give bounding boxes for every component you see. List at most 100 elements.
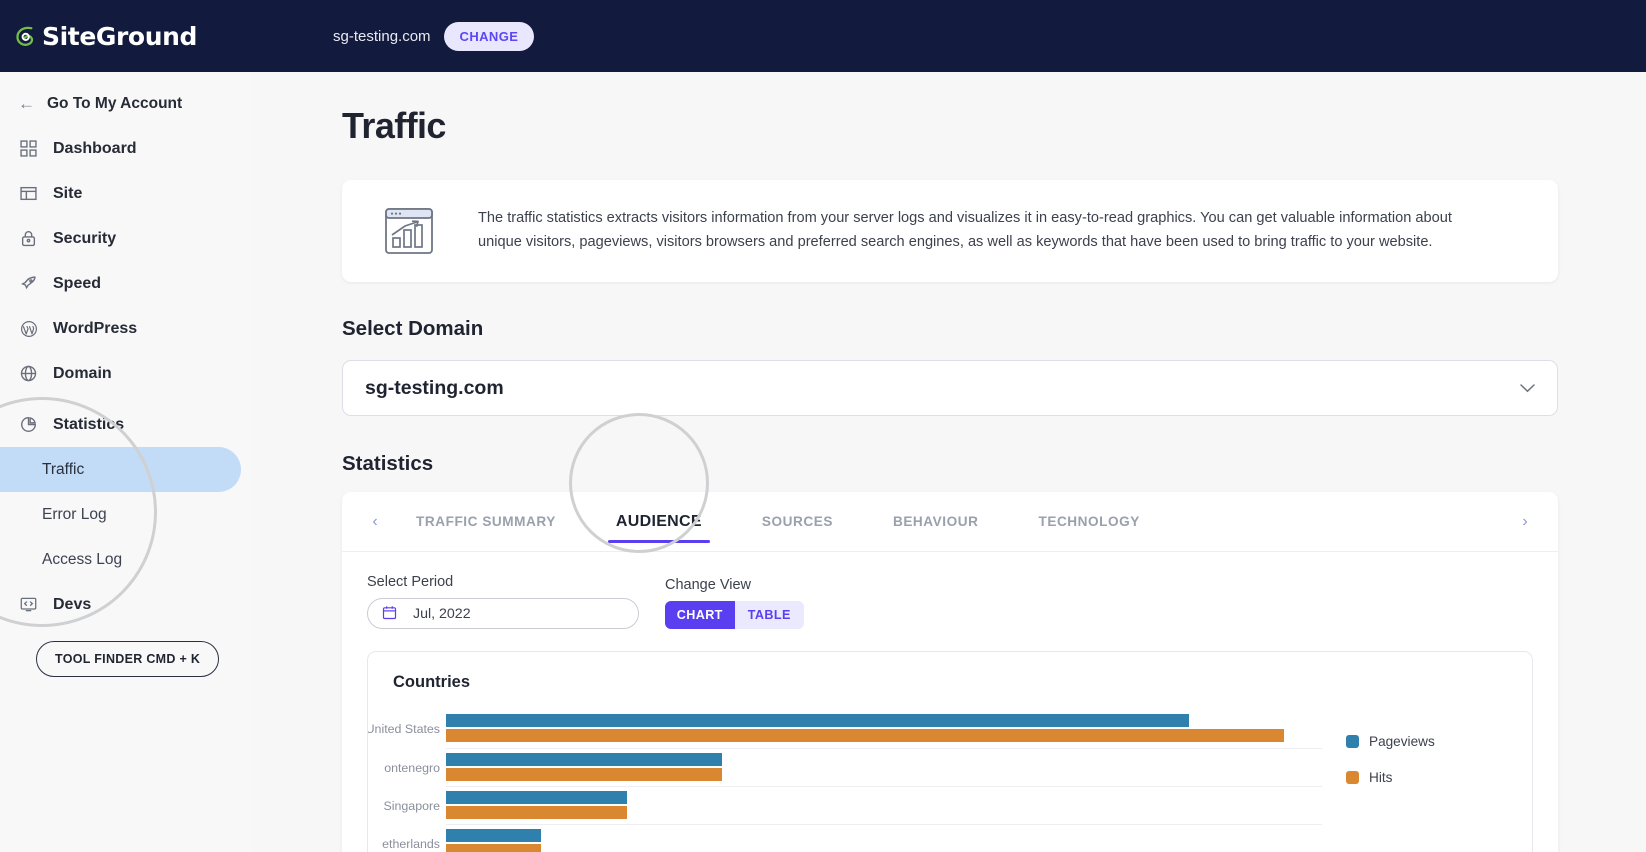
sidebar-sub-label: Traffic xyxy=(42,460,85,478)
tabs-bar: ‹ TRAFFIC SUMMARY AUDIENCE SOURCES BEHAV… xyxy=(342,492,1558,552)
sidebar-item-label: Devs xyxy=(53,595,92,613)
siteground-logo[interactable]: SiteGround xyxy=(14,22,197,51)
change-domain-button[interactable]: CHANGE xyxy=(443,21,535,51)
sidebar-item-label: Dashboard xyxy=(53,139,137,157)
domain-select[interactable]: sg-testing.com xyxy=(342,360,1558,416)
chart-bar-hits[interactable] xyxy=(446,806,628,819)
legend-swatch-pageviews xyxy=(1346,735,1359,748)
sidebar-item-domain[interactable]: Domain xyxy=(0,351,253,396)
chart-row: Singapore xyxy=(384,786,1322,824)
info-description: The traffic statistics extracts visitors… xyxy=(478,210,1452,250)
legend-label: Pageviews xyxy=(1369,734,1435,749)
chart-bar-group xyxy=(446,714,1310,742)
sidebar-item-label: WordPress xyxy=(53,319,138,337)
chart-bar-group xyxy=(446,791,1310,819)
chart-legend: Pageviews Hits xyxy=(1322,710,1532,852)
pie-chart-icon xyxy=(18,414,39,435)
sidebar-item-label: Statistics xyxy=(53,415,125,433)
tab-audience[interactable]: AUDIENCE xyxy=(586,492,732,552)
code-icon xyxy=(18,594,39,615)
controls-row: Select Period Jul, 2022 Change View CHAR… xyxy=(342,552,1558,629)
statistics-heading: Statistics xyxy=(342,452,434,475)
select-period-label: Select Period xyxy=(367,574,454,590)
chart-bar-group xyxy=(446,753,1310,781)
grid-icon xyxy=(18,138,39,159)
browser-icon xyxy=(18,183,39,204)
sidebar-item-devs[interactable]: Devs xyxy=(0,582,253,627)
view-table-button[interactable]: TABLE xyxy=(734,601,804,629)
legend-label: Hits xyxy=(1369,770,1393,785)
sidebar-item-label: Security xyxy=(53,229,117,247)
tabs-prev-arrow-icon[interactable]: ‹ xyxy=(364,513,386,531)
calendar-icon xyxy=(382,605,397,623)
tab-technology[interactable]: TECHNOLOGY xyxy=(1008,492,1169,552)
tabs-next-arrow-icon[interactable]: › xyxy=(1514,513,1536,531)
chart-bar-group xyxy=(446,829,1310,852)
sidebar-item-site[interactable]: Site xyxy=(0,171,253,216)
sidebar-item-security[interactable]: Security xyxy=(0,216,253,261)
legend-item-hits[interactable]: Hits xyxy=(1346,770,1532,785)
statistics-panel: ‹ TRAFFIC SUMMARY AUDIENCE SOURCES BEHAV… xyxy=(342,492,1558,852)
sidebar-item-label: Site xyxy=(53,184,83,202)
chart-category-label: etherlands xyxy=(382,836,440,851)
legend-item-pageviews[interactable]: Pageviews xyxy=(1346,734,1532,749)
wordpress-icon xyxy=(18,318,39,339)
period-control: Select Period Jul, 2022 xyxy=(367,574,639,629)
chevron-down-icon xyxy=(1520,380,1535,396)
chart-bar-hits[interactable] xyxy=(446,729,1285,742)
sidebar-sub-label: Error Log xyxy=(42,505,107,523)
view-toggle: CHART TABLE xyxy=(665,601,804,629)
chart-category-label: ontenegro xyxy=(384,760,440,775)
period-value: Jul, 2022 xyxy=(413,605,471,622)
lock-icon xyxy=(18,228,39,249)
main-content: Traffic The traffic statistics extracts … xyxy=(253,72,1646,852)
tab-behaviour[interactable]: BEHAVIOUR xyxy=(863,492,1009,552)
tool-finder-button[interactable]: TOOL FINDER CMD + K xyxy=(36,641,220,677)
chart-row: ontenegro xyxy=(384,748,1322,786)
top-bar: SiteGround sg-testing.com CHANGE xyxy=(0,0,1646,72)
sidebar-item-statistics[interactable]: Statistics xyxy=(0,402,253,447)
sidebar-item-access-log[interactable]: Access Log xyxy=(0,537,253,582)
chart-category-label: United States xyxy=(367,721,440,736)
sidebar: ← Go To My Account Dashboard Site Securi… xyxy=(0,72,253,852)
sidebar-item-wordpress[interactable]: WordPress xyxy=(0,306,253,351)
period-input[interactable]: Jul, 2022 xyxy=(367,598,639,629)
chart-bar-pageviews[interactable] xyxy=(446,753,723,766)
sidebar-item-label: Domain xyxy=(53,364,112,382)
chart-body: United States ontenegro Singapore etherl… xyxy=(368,710,1532,852)
sidebar-sub-label: Access Log xyxy=(42,550,123,568)
sidebar-item-dashboard[interactable]: Dashboard xyxy=(0,126,253,171)
view-control: Change View CHART TABLE xyxy=(665,577,804,629)
siteground-logo-icon xyxy=(16,26,34,46)
sidebar-item-speed[interactable]: Speed xyxy=(0,261,253,306)
arrow-left-icon: ← xyxy=(18,94,35,113)
select-domain-heading: Select Domain xyxy=(342,317,484,340)
go-to-my-account-link[interactable]: ← Go To My Account xyxy=(0,82,253,126)
tab-sources[interactable]: SOURCES xyxy=(732,492,863,552)
view-chart-button[interactable]: CHART xyxy=(665,601,735,629)
chart-bar-hits[interactable] xyxy=(446,768,723,781)
current-domain: sg-testing.com CHANGE xyxy=(333,21,535,51)
chart-row: etherlands xyxy=(382,824,1322,852)
sidebar-item-traffic[interactable]: Traffic xyxy=(0,447,241,492)
page-title: Traffic xyxy=(342,105,446,146)
brand-name: SiteGround xyxy=(42,21,197,51)
app-root: SiteGround sg-testing.com CHANGE ← Go To… xyxy=(0,0,1646,852)
chart-bar-hits[interactable] xyxy=(446,844,542,852)
globe-icon xyxy=(18,363,39,384)
countries-chart-card: Countries United States ontenegro Singap… xyxy=(367,651,1533,852)
chart-bar-pageviews[interactable] xyxy=(446,791,628,804)
chart-category-label: Singapore xyxy=(383,798,441,813)
go-to-my-account-label: Go To My Account xyxy=(47,95,183,112)
chart-bar-pageviews[interactable] xyxy=(446,829,542,842)
legend-swatch-hits xyxy=(1346,771,1359,784)
chart-bar-pageviews[interactable] xyxy=(446,714,1190,727)
change-view-label: Change View xyxy=(665,577,751,593)
domain-select-value: sg-testing.com xyxy=(365,376,504,399)
chart-row: United States xyxy=(368,710,1322,748)
tab-traffic-summary[interactable]: TRAFFIC SUMMARY xyxy=(386,492,586,552)
chart-title: Countries xyxy=(393,673,471,691)
traffic-stats-icon xyxy=(366,206,452,256)
chart-plot-area: United States ontenegro Singapore etherl… xyxy=(368,710,1322,852)
sidebar-item-error-log[interactable]: Error Log xyxy=(0,492,253,537)
